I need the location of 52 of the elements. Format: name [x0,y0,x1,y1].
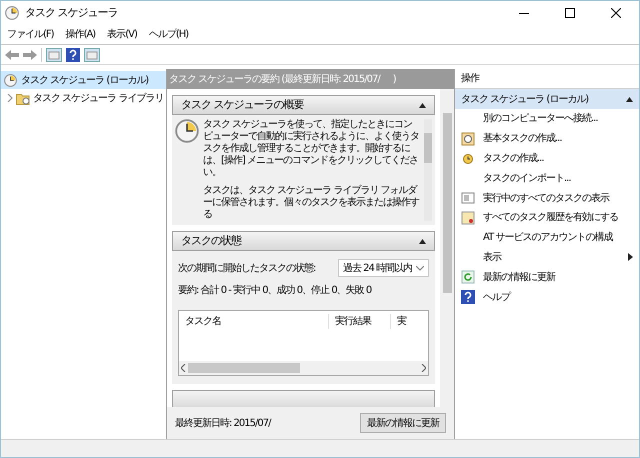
clock-icon [4,74,17,86]
window-title: タスク スケジューラ [25,4,118,21]
last-updated-text: 最終更新日時: 2015/07/ [175,416,270,430]
status-header[interactable]: タスクの状態 [172,231,435,251]
app-clock-icon [5,6,19,20]
action-link[interactable]: 実行中のすべてのタスクの表示 [483,190,609,206]
list-window-icon [461,191,475,206]
close-icon [611,8,621,18]
scroll-left-icon[interactable] [181,364,186,372]
scroll-right-icon[interactable] [421,364,426,372]
action-link[interactable]: ヘルプ [483,290,510,305]
chevron-down-icon [416,266,424,270]
expand-chevron-icon[interactable] [7,94,13,102]
action-link[interactable]: 表示 [483,250,501,265]
help-icon [461,290,475,304]
column-header[interactable]: 実行結果 [329,314,391,328]
clock-icon [461,151,475,166]
column-header[interactable]: 実 [391,314,412,328]
menu-item[interactable]: ヘルプ(H) [148,27,188,42]
summary-header: タスク スケジューラの要約 (最終更新日時: 2015/07/ ) [167,69,454,89]
action-link[interactable]: すべてのタスク履歴を有効にする [483,210,618,226]
calendar-clock-icon [461,132,475,146]
actions-group-header[interactable]: タスク スケジューラ (ローカル) [455,89,639,109]
forward-arrow-icon[interactable] [23,50,37,60]
overview-text: タスク スケジューラを使って、指定したときにコンピューターで自動的に実行されるように、よく使うタスクを作成し管理することができます。開始するには、[操作] メニューのコマンドをクリックしてください。 [203,119,420,179]
column-header[interactable]: タスク名 [179,314,329,328]
action-link[interactable]: タスクのインポート... [483,170,571,186]
period-dropdown[interactable]: 過去 24 時間以内 [338,259,429,277]
action-link[interactable]: 別のコンピューターへ接続... [483,111,598,126]
maximize-icon [565,8,575,18]
tree-item[interactable]: タスク スケジューラ (ローカル) [1,71,166,89]
action-link[interactable]: AT サービスのアカウントの構成 [483,230,612,246]
scrollbar-thumb[interactable] [188,363,300,373]
action-link[interactable]: タスクの作成... [483,150,544,166]
tree-item[interactable]: タスク スケジューラ ライブラリ [1,89,166,107]
refresh-button[interactable]: 最新の情報に更新 [360,413,446,433]
section-header[interactable] [172,390,435,407]
action-link[interactable]: 最新の情報に更新 [483,270,555,285]
overview-header[interactable]: タスク スケジューラの概要 [172,95,435,115]
status-totals: 要約: 合計 0 - 実行中 0、成功 0、停止 0、失敗 0 [178,284,372,298]
back-arrow-icon[interactable] [5,50,19,60]
folder-clock-icon [16,92,30,104]
help-icon[interactable] [66,48,80,62]
overview-text: タスクは、タスク スケジューラ ライブラリ フォルダーに保管されます。個々のタスクを表示または操作する [203,185,420,221]
menu-item[interactable]: 操作(A) [66,27,96,42]
action-link[interactable]: 基本タスクの作成... [483,131,562,146]
filter-label: 次の期間に開始したタスクの状態: [178,262,316,276]
menu-item[interactable]: ファイル(F) [7,27,54,42]
menu-item[interactable]: 表示(V) [107,27,137,42]
refresh-icon [461,270,475,284]
log-icon [461,210,475,225]
clock-icon [175,119,199,143]
